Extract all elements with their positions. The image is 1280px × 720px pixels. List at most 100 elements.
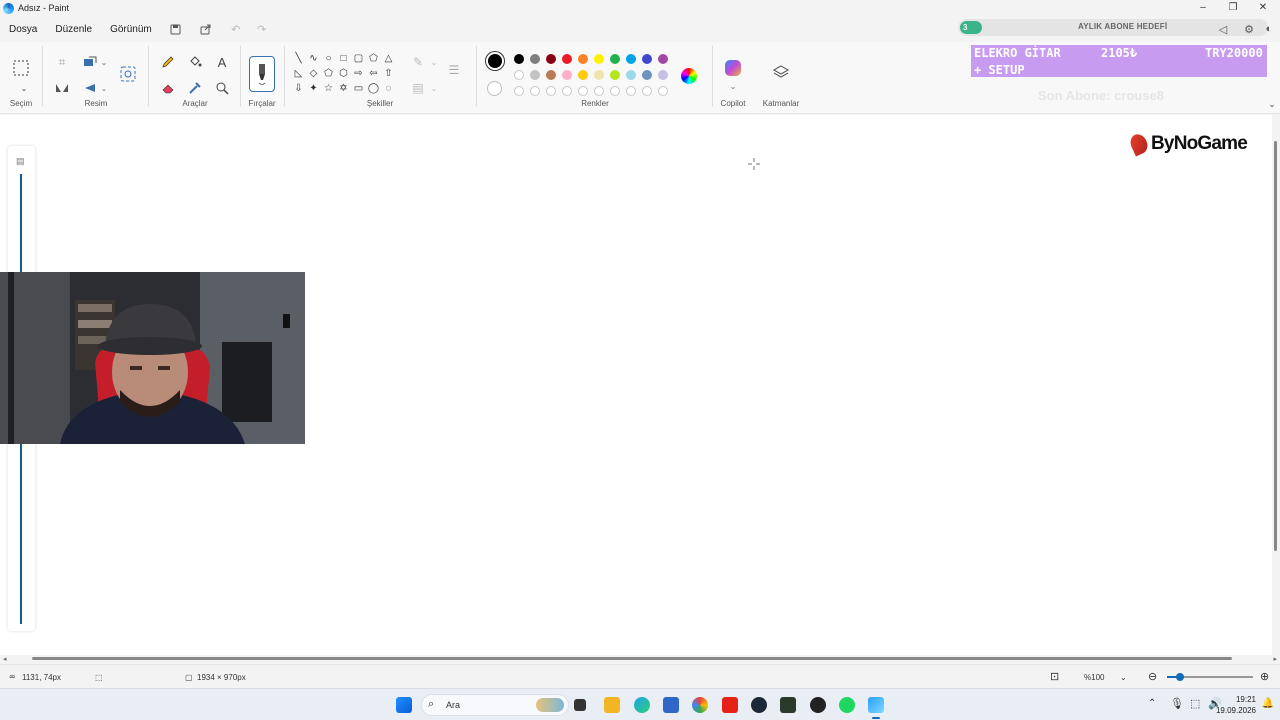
collapse-ribbon-icon[interactable]: ⌄ <box>1262 94 1280 114</box>
callout-rect-shape-icon[interactable]: ▭ <box>352 82 365 95</box>
color-swatch[interactable] <box>610 70 620 80</box>
chrome-icon[interactable] <box>692 697 708 713</box>
edge-icon[interactable] <box>634 697 650 713</box>
scroll-right-icon[interactable]: ▸ <box>1273 655 1277 663</box>
select-icon[interactable] <box>11 58 31 78</box>
chevron-down-icon[interactable]: ⌄ <box>723 76 743 96</box>
color-swatch[interactable] <box>658 54 668 64</box>
chevron-down-icon[interactable]: ⌄ <box>94 52 114 72</box>
notification-icon[interactable]: 🔔 <box>1262 698 1274 709</box>
custom-color-slot[interactable] <box>562 86 572 96</box>
flip-icon[interactable] <box>52 78 72 98</box>
microphone-icon[interactable]: 🎙 <box>1170 697 1184 710</box>
taskbar-search[interactable]: ⌕ Ara <box>421 694 569 716</box>
color-swatch[interactable] <box>578 54 588 64</box>
display-icon[interactable]: ⬚ <box>1190 697 1200 710</box>
arrow-left-shape-icon[interactable]: ⇦ <box>367 67 380 80</box>
copilot-icon[interactable] <box>725 60 741 76</box>
fit-to-window-icon[interactable]: ⊡ <box>1050 670 1059 683</box>
brush-icon[interactable] <box>249 56 275 92</box>
color-swatch[interactable] <box>546 70 556 80</box>
menu-view[interactable]: Görünüm <box>101 24 161 35</box>
color-swatch[interactable] <box>514 54 524 64</box>
star5-shape-icon[interactable]: ☆ <box>322 82 335 95</box>
triangle-shape-icon[interactable]: △ <box>382 52 395 65</box>
chevron-down-icon[interactable]: ⌄ <box>94 78 114 98</box>
text-icon[interactable]: A <box>212 52 232 72</box>
layers-icon[interactable] <box>771 62 791 82</box>
crop-icon[interactable]: ⌗ <box>52 52 72 72</box>
color-swatch[interactable] <box>642 70 652 80</box>
right-triangle-shape-icon[interactable]: ◺ <box>292 67 305 80</box>
primary-color-swatch[interactable] <box>486 52 504 70</box>
menu-edit[interactable]: Düzenle <box>46 24 101 35</box>
task-view-icon[interactable] <box>574 699 586 711</box>
magnifier-icon[interactable] <box>212 78 232 98</box>
color-swatch[interactable] <box>626 54 636 64</box>
image-generator-icon[interactable] <box>118 64 138 84</box>
size-icon[interactable]: ☰ <box>444 60 464 80</box>
custom-color-slot[interactable] <box>578 86 588 96</box>
custom-color-slot[interactable] <box>514 86 524 96</box>
horizontal-scrollbar[interactable]: ◂ ▸ <box>0 655 1280 663</box>
custom-color-slot[interactable] <box>594 86 604 96</box>
menu-file[interactable]: Dosya <box>0 24 46 35</box>
restore-button[interactable]: ❐ <box>1218 0 1248 14</box>
settings-icon[interactable]: ⚙ <box>1238 18 1260 40</box>
color-swatch[interactable] <box>530 54 540 64</box>
callout-oval-shape-icon[interactable]: ◯ <box>367 82 380 95</box>
hexagon-shape-icon[interactable]: ⬡ <box>337 67 350 80</box>
vertical-scrollbar[interactable] <box>1272 115 1280 655</box>
custom-color-slot[interactable] <box>610 86 620 96</box>
fill-bucket-icon[interactable] <box>185 52 205 72</box>
custom-color-slot[interactable] <box>530 86 540 96</box>
color-swatch[interactable] <box>562 70 572 80</box>
color-swatch[interactable] <box>514 70 524 80</box>
obs-icon[interactable] <box>810 697 826 713</box>
redo-icon[interactable]: ↷ <box>251 18 273 40</box>
store-icon[interactable] <box>663 697 679 713</box>
taskbar-clock[interactable]: 19:21 19.09.2026 <box>1216 694 1256 716</box>
custom-color-slot[interactable] <box>626 86 636 96</box>
color-swatch[interactable] <box>658 70 668 80</box>
rectangle-shape-icon[interactable]: □ <box>337 52 350 65</box>
start-icon[interactable] <box>396 697 412 713</box>
paint-taskbar-icon[interactable] <box>868 697 884 713</box>
chevron-down-icon[interactable]: ⌄ <box>14 78 34 98</box>
youtube-icon[interactable] <box>722 697 738 713</box>
chevron-up-icon[interactable]: ⌃ <box>1148 698 1156 709</box>
color-swatch[interactable] <box>594 54 604 64</box>
arrow-down-shape-icon[interactable]: ⇩ <box>292 82 305 95</box>
pencil-icon[interactable] <box>158 52 178 72</box>
steam-icon[interactable] <box>751 697 767 713</box>
announcement-icon[interactable]: ◁ <box>1212 18 1234 40</box>
save-icon[interactable] <box>165 18 187 40</box>
callout-cloud-shape-icon[interactable]: ◌ <box>382 82 395 95</box>
scroll-left-icon[interactable]: ◂ <box>3 655 7 663</box>
arrow-right-shape-icon[interactable]: ⇨ <box>352 67 365 80</box>
oval-shape-icon[interactable]: ○ <box>322 52 335 65</box>
color-swatch[interactable] <box>562 54 572 64</box>
color-swatch[interactable] <box>546 54 556 64</box>
star6-shape-icon[interactable]: ✡ <box>337 82 350 95</box>
scrollbar-thumb[interactable] <box>1274 141 1277 551</box>
polygon-shape-icon[interactable]: ⬠ <box>367 52 380 65</box>
pentagon-shape-icon[interactable]: ⬠ <box>322 67 335 80</box>
curve-shape-icon[interactable]: ∿ <box>307 52 320 65</box>
minimize-button[interactable]: – <box>1188 0 1218 14</box>
chevron-down-icon[interactable]: ⌄ <box>424 52 444 72</box>
undo-icon[interactable]: ↶ <box>225 18 247 40</box>
custom-color-slot[interactable] <box>642 86 652 96</box>
line-shape-icon[interactable]: ╲ <box>292 52 305 65</box>
app-icon[interactable] <box>780 697 796 713</box>
scrollbar-thumb[interactable] <box>32 657 1232 660</box>
rounded-rect-shape-icon[interactable]: ▢ <box>352 52 365 65</box>
arrow-up-shape-icon[interactable]: ⇧ <box>382 67 395 80</box>
color-swatch[interactable] <box>642 54 652 64</box>
spotify-icon[interactable] <box>839 697 855 713</box>
chevron-down-icon[interactable]: ⌄ <box>1120 673 1127 682</box>
zoom-level[interactable]: %100 <box>1084 673 1104 682</box>
color-picker-icon[interactable] <box>185 78 205 98</box>
custom-color-slot[interactable] <box>546 86 556 96</box>
close-button[interactable]: ✕ <box>1248 0 1278 14</box>
